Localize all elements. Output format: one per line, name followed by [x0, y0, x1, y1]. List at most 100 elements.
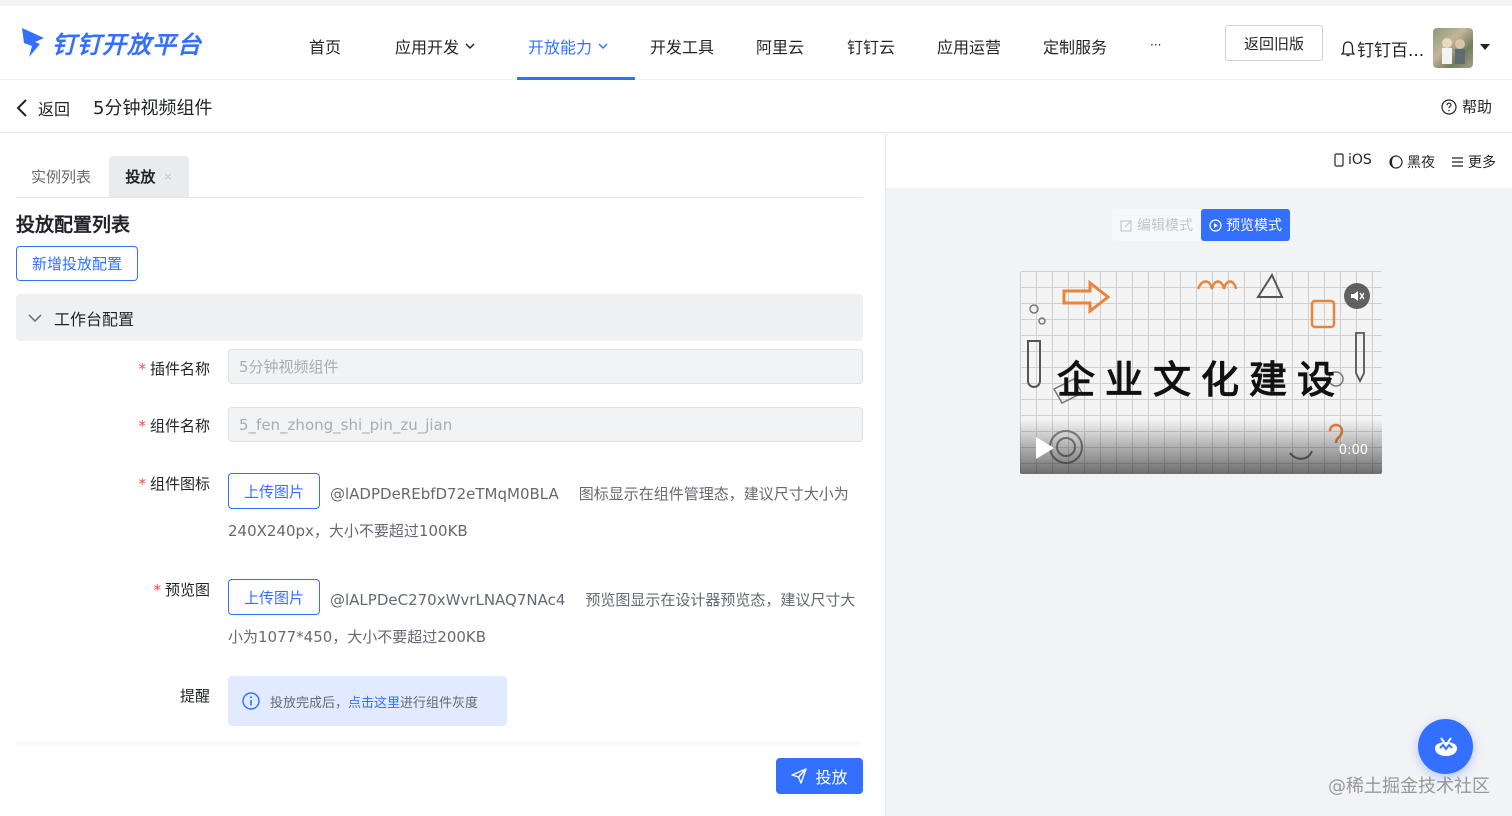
ios-toggle[interactable]: iOS	[1334, 152, 1372, 168]
divider	[16, 742, 860, 748]
nav-item-label: 首页	[309, 38, 342, 57]
workbench-config-collapse-header[interactable]: 工作台配置	[16, 294, 863, 341]
nav-item-aliyun[interactable]: 阿里云	[756, 34, 804, 58]
back-label: 返回	[38, 100, 71, 119]
preview-panel: iOS 黑夜 更多 编辑模式 预览模式 企业文化建设 0:00	[886, 134, 1512, 816]
component-icon-file-id: @lADPDeREbfD72eTMqM0BLA	[330, 485, 559, 503]
more-icon: ···	[1150, 38, 1162, 52]
nav-item-label: 定制服务	[1043, 38, 1108, 57]
video-player[interactable]: 企业文化建设 0:00	[1020, 271, 1382, 474]
play-icon[interactable]	[1036, 437, 1054, 459]
close-icon[interactable]: ×	[163, 170, 172, 183]
tab-instance-list[interactable]: 实例列表	[16, 156, 106, 197]
nav-item-label: 应用运营	[937, 38, 1002, 57]
watermark: @稀土掘金技术社区	[1328, 776, 1490, 797]
upload-icon-button[interactable]: 上传图片	[228, 473, 320, 509]
assistant-fab[interactable]	[1418, 719, 1473, 774]
nav-item-dingtalk-cloud[interactable]: 钉钉云	[847, 34, 895, 58]
component-icon-hint: 图标显示在组件管理态，建议尺寸大小为	[578, 485, 849, 503]
reminder-text: 投放完成后，点击这里进行组件灰度	[270, 695, 479, 711]
upload-preview-button[interactable]: 上传图片	[228, 579, 320, 615]
chevron-down-icon	[598, 43, 608, 49]
tab-deploy[interactable]: 投放 ×	[109, 156, 189, 197]
nav-item-label: 开放能力	[528, 38, 593, 57]
nav-item-app-dev[interactable]: 应用开发	[395, 34, 475, 58]
plugin-name-field[interactable]: 5分钟视频组件	[228, 349, 863, 384]
send-icon	[791, 768, 808, 784]
nav-item-dev-tools[interactable]: 开发工具	[650, 34, 714, 58]
brand-name: 钉钉开放平台	[52, 30, 202, 59]
org-switcher[interactable]: 钉钉百...	[1341, 36, 1424, 61]
reminder-label: 提醒	[179, 687, 210, 705]
brand-logo[interactable]: 钉钉开放平台	[20, 24, 202, 60]
nav-item-label: 开发工具	[650, 38, 715, 57]
return-old-version-button[interactable]: 返回旧版	[1225, 25, 1323, 61]
preview-image-hint: 预览图显示在设计器预览态，建议尺寸大	[585, 591, 856, 609]
org-name: 钉钉百...	[1357, 41, 1425, 61]
nav-item-more[interactable]: ···	[1150, 38, 1161, 52]
mute-button[interactable]	[1344, 283, 1370, 309]
moon-icon	[1389, 155, 1403, 169]
preview-image-info: @lALPDeC270xWvrLNAQ7NAc4 预览图显示在设计器预览态，建议尺…	[330, 582, 870, 619]
help-label: 帮助	[1461, 98, 1492, 116]
tab-bar: 实例列表 投放 ×	[16, 156, 863, 198]
mode-switch: 编辑模式 预览模式	[1112, 209, 1290, 241]
component-name-label: * 组件名称	[138, 417, 210, 435]
required-mark: *	[153, 581, 161, 599]
preview-toolbar: iOS 黑夜 更多	[886, 134, 1512, 188]
page-header: 返回 5分钟视频组件 帮助	[0, 80, 1512, 133]
preview-image-hint-cont: 小为1077*450，大小不要超过200KB	[228, 628, 487, 646]
help-button[interactable]: 帮助	[1441, 96, 1492, 117]
deploy-button[interactable]: 投放	[776, 758, 863, 794]
speaker-muted-icon	[1351, 291, 1365, 301]
edit-mode-button[interactable]: 编辑模式	[1112, 209, 1201, 241]
page-title: 5分钟视频组件	[93, 98, 213, 119]
nav-item-label: 钉钉云	[847, 38, 896, 57]
caret-down-icon[interactable]	[1480, 44, 1490, 50]
chevron-down-icon	[28, 313, 42, 322]
tab-label: 实例列表	[30, 168, 91, 186]
menu-icon	[1452, 157, 1463, 167]
avatar[interactable]	[1433, 28, 1473, 68]
preview-image-label: * 预览图	[153, 581, 210, 599]
chevron-down-icon	[465, 43, 475, 49]
component-icon-label: * 组件图标	[138, 475, 210, 493]
grayscale-link[interactable]: 点击这里	[348, 696, 400, 711]
more-menu[interactable]: 更多	[1451, 152, 1496, 172]
assistant-bot-icon	[1434, 736, 1457, 756]
info-icon	[242, 692, 260, 710]
top-navigation-bar: 钉钉开放平台 首页 应用开发 开放能力 开发工具 阿里云 钉钉云 应用运营 定制…	[0, 0, 1512, 80]
nav-item-label: 应用开发	[395, 38, 460, 57]
back-button[interactable]: 返回	[16, 96, 70, 120]
component-icon-hint-cont: 240X240px，大小不要超过100KB	[228, 522, 468, 540]
add-deploy-config-button[interactable]: 新增投放配置	[16, 246, 138, 281]
component-icon-info: @lADPDeREbfD72eTMqM0BLA 图标显示在组件管理态，建议尺寸大小…	[330, 476, 870, 513]
nav-item-custom-services[interactable]: 定制服务	[1043, 34, 1107, 58]
dark-mode-toggle[interactable]: 黑夜	[1389, 152, 1435, 172]
bell-icon	[1341, 40, 1355, 56]
video-title: 企业文化建设	[1056, 357, 1345, 402]
user-avatar-photo	[1442, 38, 1465, 64]
dingtalk-logo-icon	[22, 28, 44, 57]
deploy-label: 投放	[815, 768, 848, 787]
nav-item-home[interactable]: 首页	[309, 34, 341, 58]
required-mark: *	[138, 360, 146, 378]
phone-icon	[1334, 153, 1344, 167]
nav-item-label: 阿里云	[756, 38, 805, 57]
reminder-notice: 投放完成后，点击这里进行组件灰度	[228, 676, 507, 726]
preview-mode-button[interactable]: 预览模式	[1201, 209, 1290, 241]
video-time: 0:00	[1338, 443, 1368, 458]
required-mark: *	[138, 475, 146, 493]
plugin-name-label: * 插件名称	[138, 360, 210, 378]
section-title: 投放配置列表	[16, 214, 131, 236]
question-circle-icon	[1441, 98, 1457, 115]
collapse-title: 工作台配置	[54, 309, 135, 329]
required-mark: *	[138, 417, 146, 435]
edit-icon	[1120, 219, 1132, 232]
config-panel: 实例列表 投放 × 投放配置列表 新增投放配置 工作台配置 * 插件名称 5分钟视…	[0, 134, 885, 816]
component-name-field[interactable]: 5_fen_zhong_shi_pin_zu_jian	[228, 407, 863, 442]
tab-label: 投放	[125, 168, 156, 186]
nav-item-open-capabilities[interactable]: 开放能力	[528, 34, 608, 58]
play-circle-icon	[1209, 218, 1222, 232]
nav-item-app-operations[interactable]: 应用运营	[937, 34, 1001, 58]
